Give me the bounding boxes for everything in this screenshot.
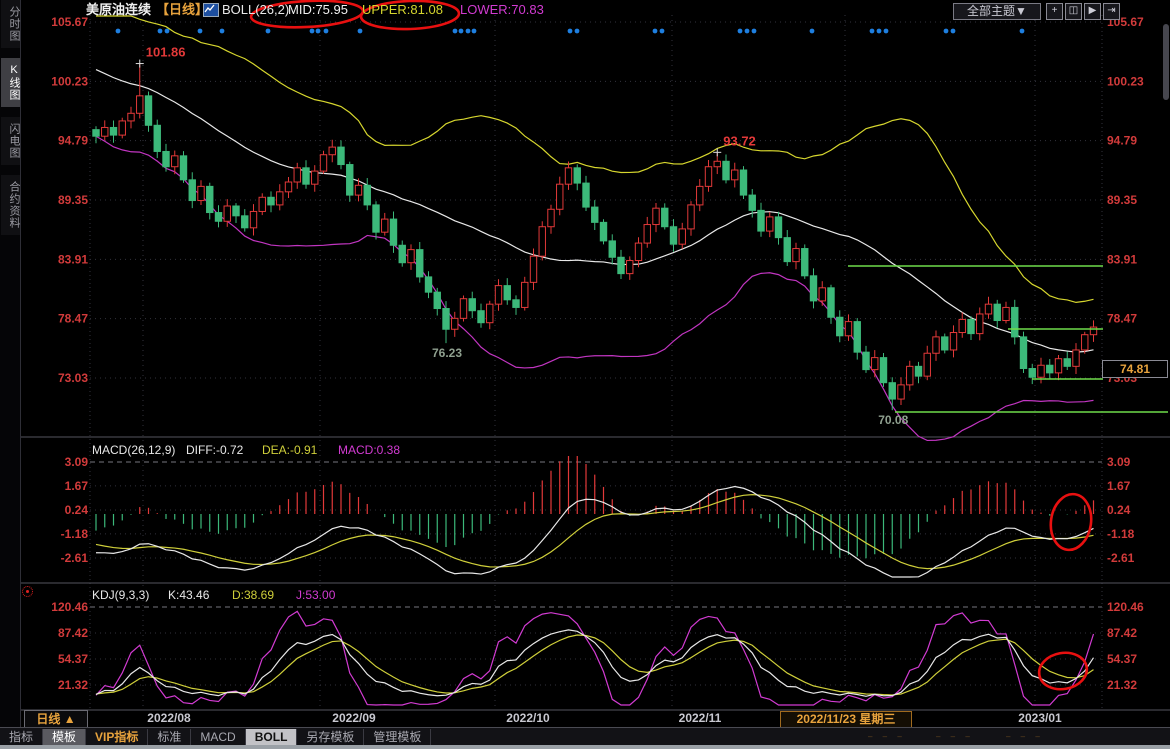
y-axis-label-left: -2.61	[61, 551, 89, 565]
x-axis-date-highlight: 2022/11/23 星期三	[780, 711, 912, 728]
sidebar-item-3[interactable]: 合约资料	[1, 175, 20, 235]
y-axis-label-left: 120.46	[51, 600, 88, 614]
y-axis-label-right: -2.61	[1107, 551, 1135, 565]
y-axis-label-left: 83.91	[58, 252, 88, 266]
window-resize-strip	[0, 745, 1170, 749]
y-axis-label-right: 1.67	[1107, 479, 1131, 493]
y-axis-label-right: 0.24	[1107, 503, 1131, 517]
main-chart-plot[interactable]	[90, 15, 1102, 435]
y-axis-label-right: 120.46	[1107, 600, 1144, 614]
y-axis-label-right: 54.37	[1107, 652, 1137, 666]
exit-icon[interactable]: ⇥	[1103, 3, 1120, 20]
sidebar-item-0[interactable]: 分时图	[1, 0, 20, 48]
x-axis-month-label: 2022/09	[289, 711, 419, 726]
y-axis-label-left: -1.18	[61, 527, 89, 541]
y-axis-label-left: 21.32	[58, 678, 88, 692]
bottom-tab-标准[interactable]: 标准	[148, 729, 191, 745]
x-axis-month-label: 2022/11	[635, 711, 765, 726]
bottom-tab-bar: 指标模板VIP指标标准MACDBOLL另存模板管理模板	[0, 727, 1170, 746]
faint-dash: – – –	[936, 732, 974, 741]
sidebar-item-1[interactable]: K线图	[1, 58, 20, 107]
y-axis-label-left: 94.79	[58, 134, 88, 148]
sidebar-item-2[interactable]: 闪电图	[1, 117, 20, 165]
macd-plot[interactable]	[90, 440, 1102, 580]
y-axis-label-right: 89.35	[1107, 193, 1137, 207]
y-axis-label-left: 78.47	[58, 312, 88, 326]
y-axis-label-right: 94.79	[1107, 134, 1137, 148]
y-axis-label-right: 78.47	[1107, 312, 1137, 326]
y-axis-label-left: 105.67	[51, 15, 88, 29]
y-axis-label-right: 87.42	[1107, 626, 1137, 640]
bottom-tab-管理模板[interactable]: 管理模板	[364, 729, 431, 745]
faint-dash: – – –	[1006, 732, 1044, 741]
x-axis-month-label: 2022/10	[463, 711, 593, 726]
bottom-tab-模板[interactable]: 模板	[43, 729, 86, 745]
trading-app-window: 105.67105.67100.23100.2394.7994.7989.358…	[0, 0, 1170, 749]
y-axis-label-left: 3.09	[65, 455, 89, 469]
bottom-tab-MACD[interactable]: MACD	[191, 729, 245, 745]
period-selector[interactable]: 日线 ▲	[24, 710, 88, 728]
bottom-tab-指标[interactable]: 指标	[0, 729, 43, 745]
y-axis-label-left: 0.24	[65, 503, 89, 517]
scrollbar-thumb[interactable]	[1163, 24, 1169, 100]
y-axis-label-left: 73.03	[58, 371, 88, 385]
y-axis-label-left: 89.35	[58, 193, 88, 207]
kdj-plot[interactable]	[90, 585, 1102, 707]
y-axis-label-right: 83.91	[1107, 252, 1137, 266]
y-axis-label-left: 54.37	[58, 652, 88, 666]
y-axis-label-right: -1.18	[1107, 527, 1135, 541]
x-axis-month-label: 2022/08	[104, 711, 234, 726]
y-axis-label-right: 100.23	[1107, 74, 1144, 88]
sidebar: 分时图 K线图闪电图合约资料	[0, 0, 21, 749]
y-axis-label-right: 3.09	[1107, 455, 1131, 469]
x-axis-month-label: 2023/01	[975, 711, 1105, 726]
bottom-tab-VIP指标[interactable]: VIP指标	[86, 729, 148, 745]
faint-dash: – – –	[868, 732, 906, 741]
y-axis-label-left: 100.23	[51, 74, 88, 88]
alert-dot-icon	[22, 586, 33, 597]
last-price-marker: 74.81	[1102, 360, 1168, 378]
y-axis-label-left: 1.67	[65, 479, 89, 493]
y-axis-label-left: 87.42	[58, 626, 88, 640]
y-axis-label-right: 21.32	[1107, 678, 1137, 692]
bottom-tab-BOLL[interactable]: BOLL	[246, 729, 298, 745]
bottom-tab-另存模板[interactable]: 另存模板	[297, 729, 364, 745]
